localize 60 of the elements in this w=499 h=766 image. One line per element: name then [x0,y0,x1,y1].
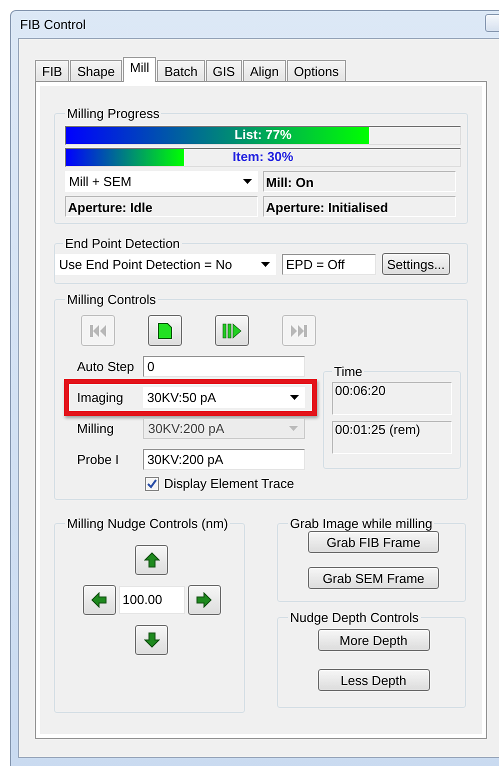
window-title: FIB Control [20,17,86,32]
group-title: Grab Image while milling [289,516,434,531]
settings-button[interactable]: Settings... [382,253,450,275]
group-title: Milling Nudge Controls (nm) [66,516,230,531]
step-play-icon [222,322,242,338]
dropdown-caret-icon [289,426,298,431]
status-text: Mill: On [263,171,456,192]
group-title: Milling Progress [66,106,160,121]
arrow-down-icon [144,632,160,648]
grab-frame-button[interactable]: Grab FIB Frame [308,531,439,553]
page-icon [158,322,172,338]
group-title: Nudge Depth Controls [289,610,420,625]
step-button[interactable] [215,315,249,346]
nudge-field[interactable]: 100.00 [118,586,184,614]
arrow-up-icon [144,552,160,568]
batch-tab[interactable]: Batch [157,60,205,81]
fib-tab[interactable]: FIB [35,60,70,81]
time-value: 00:01:25 (rem) [332,421,452,454]
time-value: 00:06:20 [332,382,452,415]
field-label: Auto Step [76,359,136,374]
field-label: Milling [76,421,115,436]
group-title: End Point Detection [64,236,181,251]
checkbox[interactable] [145,476,159,490]
stop-button[interactable] [148,315,182,346]
nudge-down-button[interactable] [135,625,168,655]
depth-button[interactable]: Less Depth [318,669,430,691]
group-title: Time [333,364,364,379]
status-text: Aperture: Idle [65,196,258,217]
end-point-dropdown[interactable]: Use End Point Detection = No [55,254,276,274]
mode-dropdown[interactable]: Mill + SEM [65,171,258,192]
status-text: Aperture: Initialised [263,196,456,217]
shape-tab[interactable]: Shape [70,60,122,81]
grab-frame-button[interactable]: Grab SEM Frame [308,567,439,589]
skip-forward-icon [290,324,308,338]
group-title: Milling Controls [66,292,157,307]
arrow-right-icon [196,592,212,608]
epd-field[interactable]: EPD = Off [282,254,376,274]
input-field[interactable]: 0 [143,356,305,377]
mill-tab[interactable]: Mill [122,57,156,82]
progress-label: List: 77% [233,127,293,143]
skip-back-icon [89,324,107,338]
check-icon [147,478,157,488]
dropdown-caret-icon [261,262,270,266]
options-tab[interactable]: Options [286,60,346,81]
dropdown-caret-icon [243,179,252,184]
depth-button[interactable]: More Depth [318,629,430,651]
current-dropdown[interactable]: 30KV:50 pA [143,387,305,408]
input-field[interactable]: 30KV:200 pA [143,449,305,470]
nudge-left-button[interactable] [82,585,116,615]
nudge-up-button[interactable] [135,545,168,575]
checkbox-label: Display Element Trace [164,476,294,491]
dropdown-caret-icon [290,395,299,400]
nudge-right-button[interactable] [188,585,220,615]
align-tab[interactable]: Align [242,60,286,81]
gis-tab[interactable]: GIS [206,60,242,81]
field-label: Probe I [76,452,120,467]
arrow-left-icon [91,592,107,608]
field-label: Imaging [76,390,124,405]
display-trace-checkbox[interactable]: Display Element Trace [145,476,305,491]
progress-label: Item: 30% [232,149,294,165]
